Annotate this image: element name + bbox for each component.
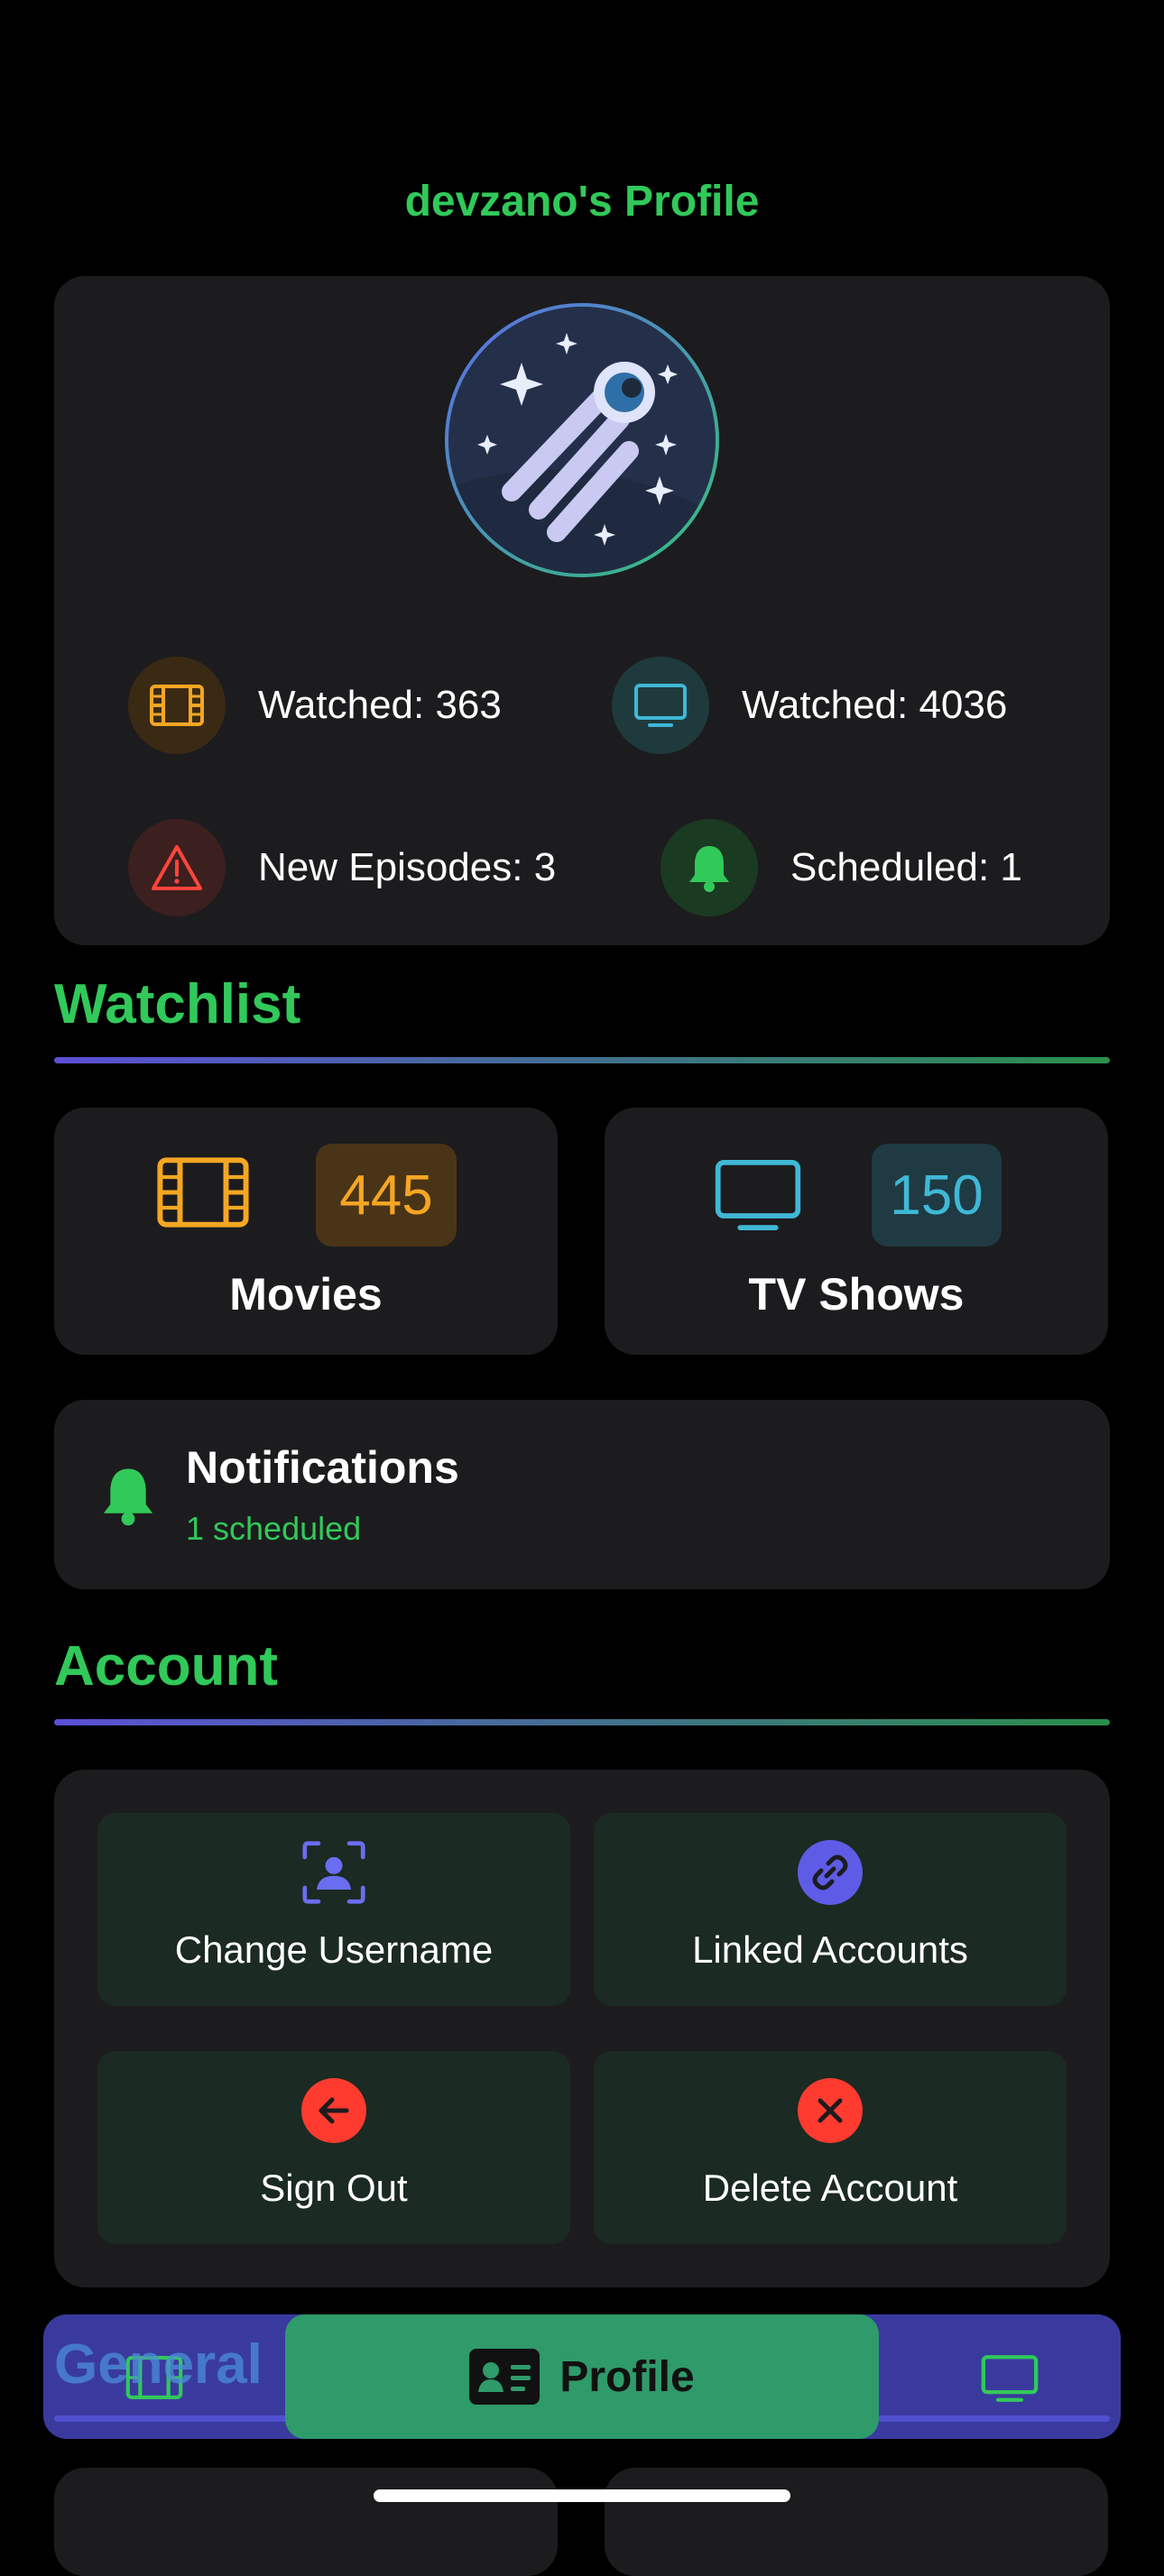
home-indicator xyxy=(374,2489,790,2502)
avatar xyxy=(445,303,719,577)
change-username-label: Change Username xyxy=(174,1928,494,1971)
general-card-right xyxy=(605,2468,1108,2576)
person-viewfinder-icon xyxy=(301,1840,366,1905)
page-title: devzano's Profile xyxy=(404,178,760,225)
account-divider xyxy=(54,1719,1110,1725)
film-icon xyxy=(157,1157,249,1228)
tv-shows-label: TV Shows xyxy=(748,1269,965,1320)
tv-shows-count-badge: 150 xyxy=(872,1144,1002,1247)
shows-watched-label: Watched: 4036 xyxy=(742,683,1008,727)
tv-tab-icon[interactable] xyxy=(980,2354,1039,2403)
film-icon xyxy=(150,685,204,726)
delete-account-button[interactable]: Delete Account xyxy=(594,2051,1067,2244)
tab-profile[interactable]: Profile xyxy=(285,2314,879,2439)
bell-icon xyxy=(689,846,729,892)
arrow-left-icon xyxy=(301,2078,366,2143)
watchlist-heading: Watchlist xyxy=(54,973,301,1035)
notifications-card[interactable]: Notifications 1 scheduled xyxy=(54,1400,1110,1589)
notifications-subtitle: 1 scheduled xyxy=(186,1510,362,1547)
scheduled-label: Scheduled: 1 xyxy=(790,845,1022,889)
notifications-title: Notifications xyxy=(186,1442,459,1493)
shows-watched-stat: Watched: 4036 xyxy=(612,657,1007,754)
new-episodes-stat: New Episodes: 3 xyxy=(128,819,556,916)
movies-watchlist-card[interactable]: 445 Movies xyxy=(54,1108,558,1355)
linked-accounts-button[interactable]: Linked Accounts xyxy=(594,1813,1067,2006)
tab-profile-label: Profile xyxy=(559,2352,695,2401)
general-heading: General xyxy=(54,2333,263,2396)
watchlist-divider xyxy=(54,1057,1110,1063)
scheduled-stat: Scheduled: 1 xyxy=(661,819,1022,916)
sign-out-label: Sign Out xyxy=(260,2167,408,2209)
profile-card: Watched: 363 Watched: 4036 New Episodes:… xyxy=(54,276,1110,945)
warning-icon xyxy=(152,845,202,890)
linked-accounts-label: Linked Accounts xyxy=(692,1928,968,1971)
tv-icon xyxy=(634,684,687,727)
delete-account-label: Delete Account xyxy=(702,2167,958,2209)
change-username-button[interactable]: Change Username xyxy=(97,1813,570,2006)
tv-shows-watchlist-card[interactable]: 150 TV Shows xyxy=(605,1108,1108,1355)
sign-out-button[interactable]: Sign Out xyxy=(97,2051,570,2244)
account-heading: Account xyxy=(54,1635,278,1697)
movies-count-badge: 445 xyxy=(316,1144,457,1247)
account-card: Change Username Linked Accounts Sign Out… xyxy=(54,1770,1110,2287)
movies-label: Movies xyxy=(229,1269,383,1320)
comet-avatar-icon xyxy=(448,307,716,574)
close-icon xyxy=(798,2078,863,2143)
general-card-left xyxy=(54,2468,558,2576)
link-icon xyxy=(798,1840,863,1905)
movies-watched-stat: Watched: 363 xyxy=(128,657,502,754)
bell-icon xyxy=(103,1468,153,1526)
movies-watched-label: Watched: 363 xyxy=(258,683,502,727)
tv-icon xyxy=(715,1160,801,1230)
profile-card-icon xyxy=(469,2349,540,2405)
new-episodes-label: New Episodes: 3 xyxy=(258,845,557,889)
